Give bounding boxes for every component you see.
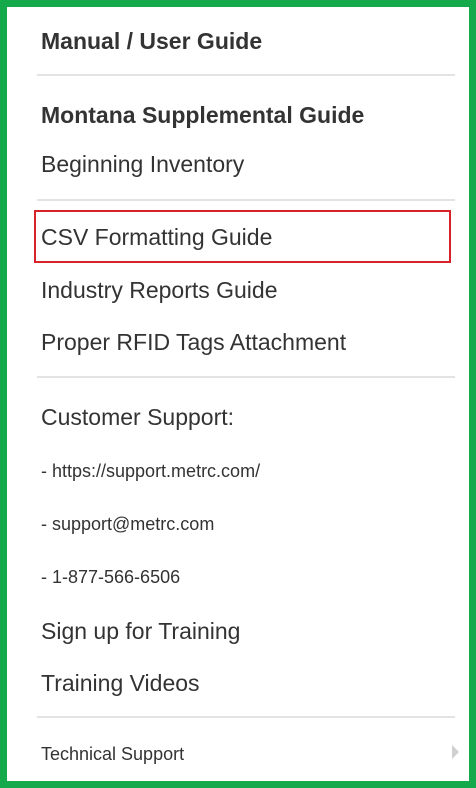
- support-email-link[interactable]: - support@metrc.com: [41, 510, 214, 538]
- divider: [37, 199, 455, 201]
- menu-item-technical-support[interactable]: Technical Support: [41, 740, 184, 768]
- menu-item-montana-supplemental-guide[interactable]: Montana Supplemental Guide: [41, 101, 364, 129]
- menu-item-beginning-inventory[interactable]: Beginning Inventory: [41, 150, 244, 178]
- divider: [37, 376, 455, 378]
- support-phone-link[interactable]: - 1-877-566-6506: [41, 563, 180, 591]
- menu-item-industry-reports-guide[interactable]: Industry Reports Guide: [41, 276, 278, 304]
- menu-item-training-videos[interactable]: Training Videos: [41, 669, 200, 697]
- menu-header-manual[interactable]: Manual / User Guide: [41, 27, 262, 55]
- divider: [37, 716, 455, 718]
- chevron-right-icon: [452, 745, 459, 759]
- menu-item-proper-rfid-tags-attachment[interactable]: Proper RFID Tags Attachment: [41, 328, 346, 356]
- support-url-link[interactable]: - https://support.metrc.com/: [41, 457, 260, 485]
- menu-item-csv-formatting-guide[interactable]: CSV Formatting Guide: [41, 223, 272, 251]
- divider: [37, 74, 455, 76]
- customer-support-title: Customer Support:: [41, 404, 235, 430]
- menu-item-sign-up-for-training[interactable]: Sign up for Training: [41, 617, 240, 645]
